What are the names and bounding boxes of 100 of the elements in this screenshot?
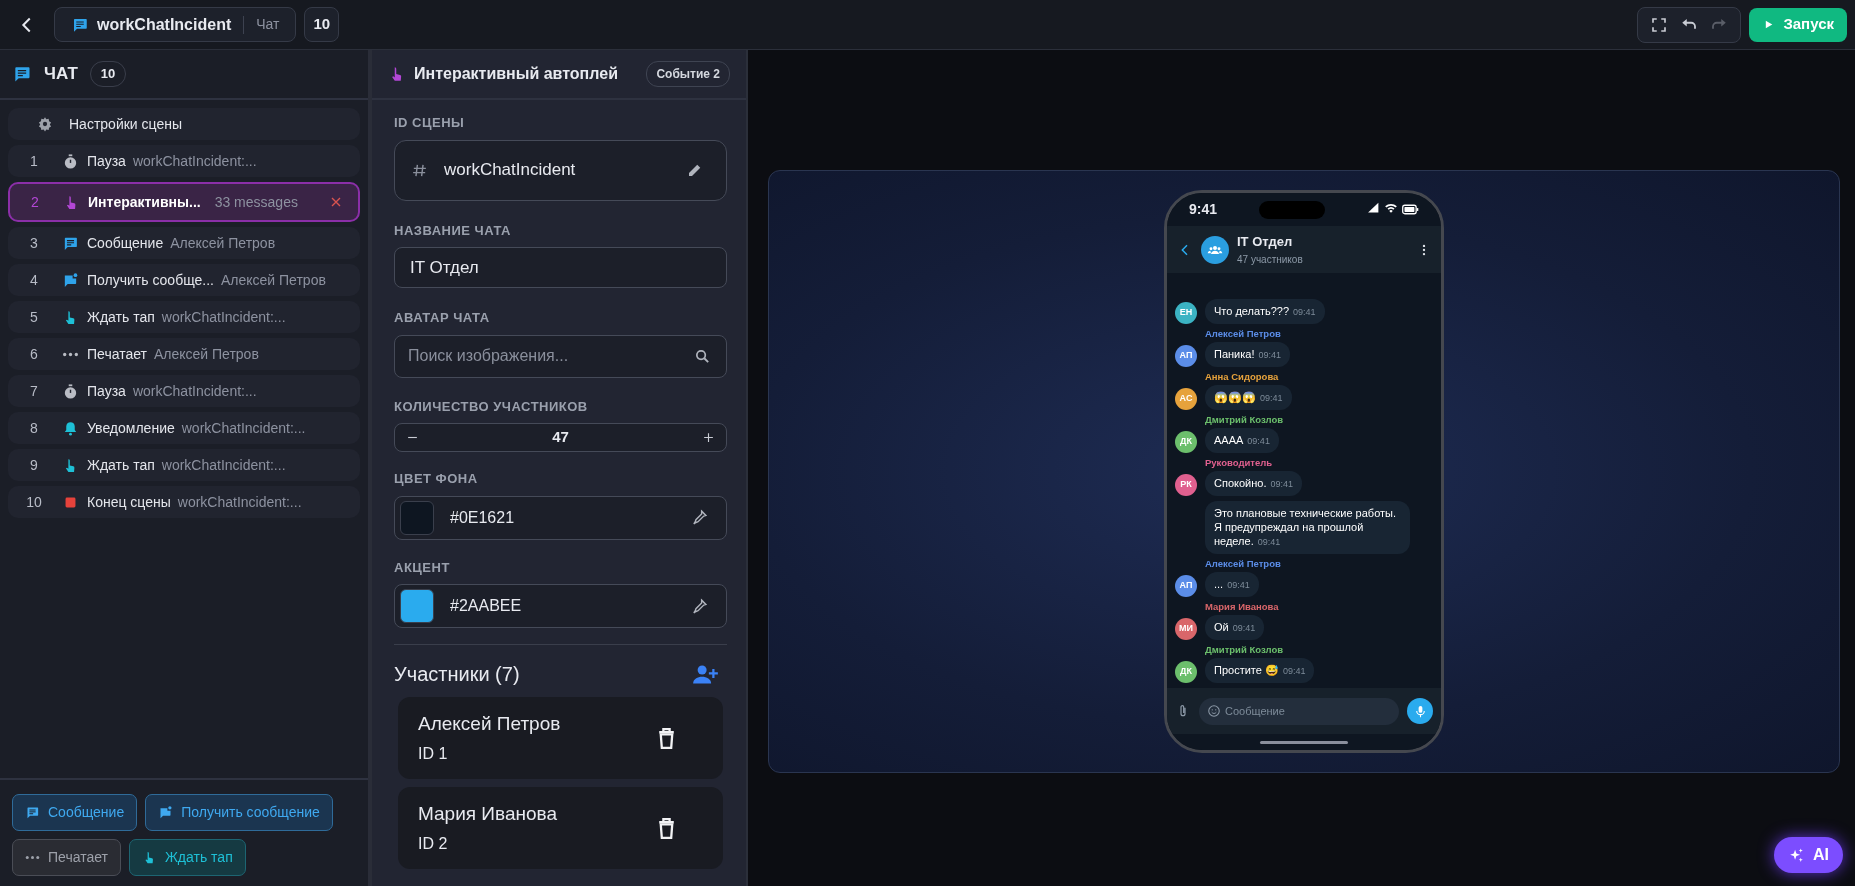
avatar-search-field[interactable]: Поиск изображения... <box>394 334 727 378</box>
event-label: Пауза <box>87 381 126 401</box>
scene-settings-item[interactable]: Настройки сцены <box>8 108 360 140</box>
color-swatch[interactable] <box>400 500 434 535</box>
signal-icon <box>1367 201 1380 214</box>
message-time: 09:41 <box>1227 580 1250 590</box>
event-label: Уведомление <box>87 418 175 438</box>
message-bubble: Простите 😅 09:41 <box>1205 658 1315 683</box>
settings-label: Настройки сцены <box>69 114 182 134</box>
event-item[interactable]: 10 Конец сцены workChatIncident:... <box>8 486 360 518</box>
event-detail: 33 messages <box>214 192 298 212</box>
avatar-circle: ДК <box>1175 661 1197 683</box>
event-number: 1 <box>29 151 39 171</box>
event-item[interactable]: 5 Ждать тап workChatIncident:... <box>8 301 360 333</box>
message-time: 09:41 <box>1293 307 1316 317</box>
event-number: 7 <box>29 381 39 401</box>
add-event-button[interactable]: Получить сообщение <box>145 794 333 831</box>
smiley-icon <box>1207 704 1221 718</box>
event-item[interactable]: 7 Пауза workChatIncident:... <box>8 375 360 407</box>
search-icon <box>694 347 711 365</box>
event-number: 6 <box>29 344 39 364</box>
message-bubble: Что делать??? 09:41 <box>1205 299 1325 324</box>
event-item[interactable]: 1 Пауза workChatIncident:... <box>8 145 360 177</box>
chat-bubble-icon <box>25 805 40 820</box>
member-count-stepper[interactable]: 47 <box>394 423 727 452</box>
event-label: Интерактивны... <box>88 192 201 212</box>
add-event-button[interactable]: Сообщение <box>12 794 138 831</box>
field-label: ID СЦЕНЫ <box>394 114 466 132</box>
event-item[interactable]: 3 Сообщение Алексей Петров <box>8 227 360 259</box>
event-item[interactable]: 8 Уведомление workChatIncident:... <box>8 412 360 444</box>
event-detail: workChatIncident:... <box>181 418 306 438</box>
placeholder-text: Поиск изображения... <box>408 346 570 366</box>
field-value: IT Отдел <box>410 256 480 279</box>
event-detail: Алексей Петров <box>221 270 326 290</box>
event-number: 5 <box>29 307 39 327</box>
event-label: Печатает <box>87 344 147 364</box>
background-color-field[interactable]: #0E1621 <box>394 495 727 540</box>
sender-name: Анна Сидорова <box>1205 371 1280 383</box>
scene-type: Чат <box>256 15 280 34</box>
message-bubble: ... 09:41 <box>1205 572 1259 597</box>
event-item[interactable]: 2 Интерактивны... 33 messages <box>8 182 360 222</box>
sparkle-icon <box>1788 846 1805 864</box>
field-label: АКЦЕНТ <box>394 558 451 577</box>
accent-color-field[interactable]: #2AABEE <box>394 584 727 628</box>
event-item[interactable]: 6 Печатает Алексей Петров <box>8 338 360 370</box>
fullscreen-icon <box>1650 15 1669 34</box>
add-event-button[interactable]: Ждать тап <box>128 839 246 876</box>
event-badge: Событие 2 <box>646 61 730 87</box>
message-time: 09:41 <box>1282 666 1306 676</box>
sender-name: Алексей Петров <box>1205 558 1282 570</box>
gear-icon <box>37 116 53 132</box>
event-detail: workChatIncident:... <box>132 381 257 401</box>
increment-button[interactable] <box>701 430 716 445</box>
dots-icon <box>25 855 40 860</box>
panel-title: ЧАТ <box>44 63 78 86</box>
participant-id: ID 2 <box>418 834 449 855</box>
chat-subtitle: 47 участников <box>1237 252 1303 267</box>
status-time: 9:41 <box>1189 200 1218 219</box>
event-detail: workChatIncident:... <box>161 455 286 475</box>
message-time: 09:41 <box>1258 350 1281 360</box>
participant-id: ID 1 <box>418 744 449 765</box>
event-item[interactable]: 4 Получить сообще... Алексей Петров <box>8 264 360 296</box>
scene-id-field[interactable]: workChatIncident <box>394 139 727 201</box>
event-label: Ждать тап <box>87 307 155 327</box>
event-label: Пауза <box>87 151 126 171</box>
message-input[interactable]: Сообщение <box>1199 697 1399 725</box>
event-item[interactable]: 9 Ждать тап workChatIncident:... <box>8 449 360 481</box>
message-time: 09:41 <box>1247 436 1270 446</box>
event-detail: workChatIncident:... <box>177 492 302 512</box>
avatar-circle: АП <box>1175 345 1197 367</box>
field-label: КОЛИЧЕСТВО УЧАСТНИКОВ <box>394 397 589 416</box>
scene-chip[interactable]: workChatIncident Чат <box>54 7 297 42</box>
sender-name: Руководитель <box>1205 457 1274 469</box>
participant-name: Мария Иванова <box>418 801 557 826</box>
event-detail: Алексей Петров <box>170 233 276 253</box>
message-bubble: Это плановые технические работы. Я предупреждал на прошлой неделе. 09:41 <box>1205 501 1410 554</box>
avatar-circle: ДК <box>1175 431 1197 453</box>
sender-name: Алексей Петров <box>1205 328 1282 340</box>
ai-button[interactable]: AI <box>1774 837 1843 873</box>
message-bubble: Паника! 09:41 <box>1205 342 1290 367</box>
event-number: 3 <box>29 233 39 253</box>
event-number: 4 <box>29 270 39 290</box>
event-number: 10 <box>25 492 43 512</box>
avatar-circle: РК <box>1175 474 1197 496</box>
chat-name-field[interactable]: IT Отдел <box>394 247 727 288</box>
color-swatch[interactable] <box>400 589 434 623</box>
wifi-icon <box>1384 201 1398 215</box>
message-time: 09:41 <box>1260 393 1283 403</box>
event-detail: Алексей Петров <box>153 344 259 364</box>
dots-icon <box>61 351 79 357</box>
scene-title: workChatIncident <box>97 14 232 35</box>
event-number: 8 <box>29 418 39 438</box>
message-bubble: Ой 09:41 <box>1205 615 1265 640</box>
event-label: Ждать тап <box>87 455 155 475</box>
mic-button[interactable] <box>1407 698 1433 724</box>
member-count: 47 <box>551 427 570 448</box>
sender-name: Мария Иванова <box>1205 601 1280 613</box>
add-event-button[interactable]: Печатает <box>12 839 121 876</box>
plus-icon <box>701 430 716 445</box>
event-number: 9 <box>29 455 39 475</box>
